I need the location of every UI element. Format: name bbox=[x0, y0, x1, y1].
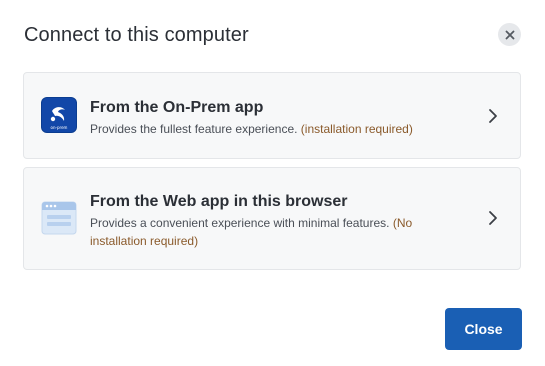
on-prem-app-icon: on-prem bbox=[41, 97, 77, 133]
option-text: From the On-Prem app Provides the fulles… bbox=[90, 98, 460, 138]
svg-text:on-prem: on-prem bbox=[51, 125, 68, 130]
option-title: From the On-Prem app bbox=[90, 99, 264, 116]
browser-window-icon bbox=[41, 201, 77, 235]
connect-dialog: Connect to this computer on-prem From th… bbox=[0, 0, 545, 366]
option-on-prem-app[interactable]: on-prem From the On-Prem app Provides th… bbox=[23, 72, 521, 159]
dialog-title: Connect to this computer bbox=[24, 24, 249, 46]
dialog-close-x-button[interactable] bbox=[498, 23, 521, 46]
close-icon bbox=[505, 30, 514, 39]
close-button[interactable]: Close bbox=[445, 308, 522, 350]
option-title: From the Web app in this browser bbox=[90, 193, 348, 210]
option-text: From the Web app in this browser Provide… bbox=[90, 192, 460, 250]
chevron-right-icon bbox=[489, 211, 497, 225]
option-description-text: Provides the fullest feature experience. bbox=[90, 122, 298, 136]
option-description: Provides the fullest feature experience.… bbox=[90, 120, 460, 138]
option-web-app[interactable]: From the Web app in this browser Provide… bbox=[23, 167, 521, 270]
chevron-right-icon bbox=[489, 109, 497, 123]
option-note: (installation required) bbox=[300, 122, 413, 136]
option-description-text: Provides a convenient experience with mi… bbox=[90, 216, 390, 230]
option-description: Provides a convenient experience with mi… bbox=[90, 214, 460, 250]
